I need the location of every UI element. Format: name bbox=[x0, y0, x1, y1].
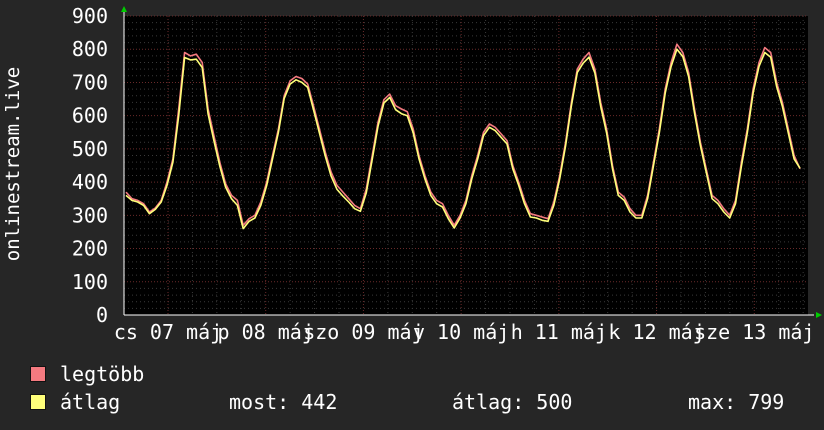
y-tick-label: 500 bbox=[72, 137, 108, 161]
y-tick-label: 800 bbox=[72, 37, 108, 61]
x-tick-label: sze 13 máj bbox=[694, 320, 814, 344]
y-tick-label: 900 bbox=[72, 4, 108, 28]
y-axis-label: onlinestream.live bbox=[2, 67, 24, 261]
x-tick-label: v 10 máj bbox=[413, 320, 509, 344]
y-axis-arrow bbox=[121, 6, 127, 12]
x-tick-label: szo 09 máj bbox=[303, 320, 423, 344]
x-tick-label: k 12 máj bbox=[608, 320, 704, 344]
y-tick-label: 700 bbox=[72, 70, 108, 94]
x-axis-arrow bbox=[816, 312, 822, 318]
y-tick-label: 100 bbox=[72, 270, 108, 294]
y-tick-label: 400 bbox=[72, 170, 108, 194]
line-chart: onlinestream.live 0 100 200 300 400 500 600 700… bbox=[2, 4, 822, 344]
y-tick-label: 0 bbox=[96, 303, 108, 327]
x-tick-label: p 08 máj bbox=[218, 320, 314, 344]
y-tick-label: 600 bbox=[72, 104, 108, 128]
x-tick-labels: cs 07 májp 08 májszo 09 májv 10 máj h 11 … bbox=[114, 320, 815, 344]
y-tick-label: 200 bbox=[72, 237, 108, 261]
y-tick-labels: 0 100 200 300 400 500 600 700 800 900 bbox=[72, 4, 108, 327]
x-tick-label: h 11 máj bbox=[511, 320, 607, 344]
x-tick-label: cs 07 máj bbox=[114, 320, 222, 344]
y-tick-label: 300 bbox=[72, 203, 108, 227]
